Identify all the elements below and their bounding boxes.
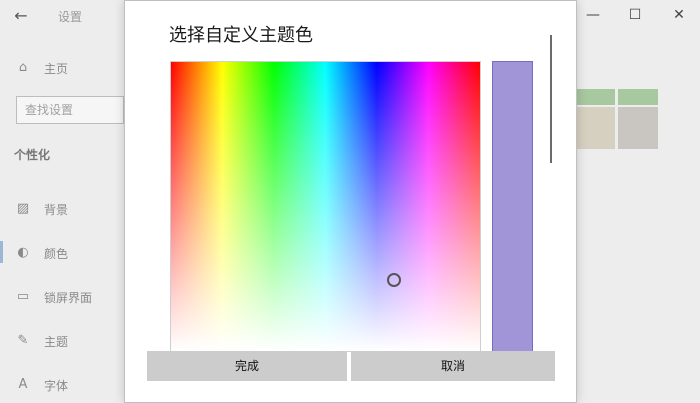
section-heading: 个性化 [14, 148, 51, 162]
theme-preview-tile [618, 107, 658, 149]
maximize-button[interactable]: ☐ [620, 4, 650, 26]
color-picker-handle[interactable] [387, 273, 401, 287]
settings-sidebar: ← 设置 ⌂ 主页 个性化 ▨ 背景 ◐ 颜色 ▭ 锁屏界面 ✎ 主题 A [0, 0, 124, 403]
sidebar-item-colors[interactable]: ◐ 颜色 [0, 239, 124, 267]
sidebar-item-lockscreen[interactable]: ▭ 锁屏界面 [0, 283, 124, 311]
monitor-icon: ▭ [16, 289, 30, 304]
color-preview-swatch [492, 61, 533, 352]
theme-preview-tile [618, 89, 658, 105]
search-input[interactable] [17, 97, 123, 123]
minimize-button[interactable]: — [578, 4, 608, 26]
theme-preview-tile [577, 107, 615, 149]
dialog-title: 选择自定义主题色 [169, 25, 313, 46]
nav-home-label: 主页 [44, 61, 69, 76]
sidebar-item-label: 颜色 [44, 246, 69, 261]
sidebar-item-label: 锁屏界面 [44, 290, 93, 305]
sidebar-item-label: 背景 [44, 202, 69, 217]
palette-icon: ◐ [17, 245, 29, 260]
sidebar-item-label: 字体 [44, 378, 69, 393]
nav-home[interactable]: ⌂ 主页 [0, 54, 124, 82]
done-button[interactable]: 完成 [147, 351, 347, 381]
app-title: 设置 [58, 10, 83, 24]
sidebar-item-themes[interactable]: ✎ 主题 [0, 327, 124, 355]
font-icon: A [18, 377, 28, 392]
theme-preview-tile [577, 89, 615, 105]
color-spectrum[interactable] [170, 61, 481, 352]
sidebar-item-label: 主题 [44, 334, 69, 349]
sidebar-item-fonts[interactable]: A 字体 [0, 371, 124, 399]
back-arrow-icon[interactable]: ← [10, 6, 32, 26]
sidebar-item-background[interactable]: ▨ 背景 [0, 195, 124, 223]
search-box[interactable] [16, 96, 124, 124]
brush-icon: ✎ [17, 333, 29, 348]
picture-icon: ▨ [16, 201, 30, 216]
cancel-button[interactable]: 取消 [351, 351, 555, 381]
home-icon: ⌂ [18, 60, 28, 75]
close-button[interactable]: ✕ [664, 4, 694, 26]
custom-color-dialog: 选择自定义主题色 完成 取消 [124, 0, 577, 403]
scrollbar[interactable] [550, 35, 552, 163]
